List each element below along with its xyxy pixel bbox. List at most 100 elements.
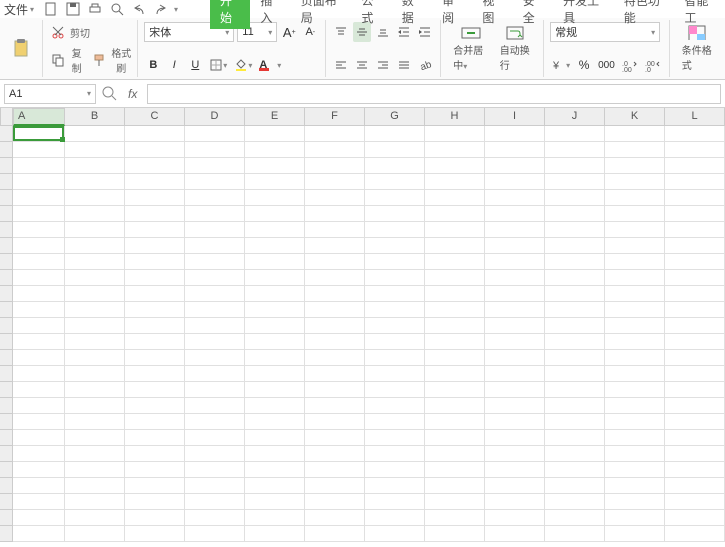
cell[interactable] xyxy=(245,430,305,446)
cell[interactable] xyxy=(605,398,665,414)
cell[interactable] xyxy=(485,494,545,510)
cell[interactable] xyxy=(245,334,305,350)
cell[interactable] xyxy=(125,510,185,526)
cell[interactable] xyxy=(65,142,125,158)
cell[interactable] xyxy=(425,526,485,542)
cell[interactable] xyxy=(13,254,65,270)
cell[interactable] xyxy=(13,350,65,366)
cell[interactable] xyxy=(545,222,605,238)
cell[interactable] xyxy=(485,126,545,142)
cell[interactable] xyxy=(665,190,725,206)
cell[interactable] xyxy=(605,158,665,174)
cell[interactable] xyxy=(305,142,365,158)
cell[interactable] xyxy=(305,430,365,446)
cell[interactable] xyxy=(13,302,65,318)
cell[interactable] xyxy=(245,446,305,462)
cell[interactable] xyxy=(185,286,245,302)
cell[interactable] xyxy=(245,382,305,398)
cell[interactable] xyxy=(545,238,605,254)
cell[interactable] xyxy=(65,430,125,446)
cell[interactable] xyxy=(13,190,65,206)
cell[interactable] xyxy=(13,174,65,190)
cell[interactable] xyxy=(185,382,245,398)
row-header[interactable] xyxy=(0,366,13,382)
cell[interactable] xyxy=(425,222,485,238)
cell[interactable] xyxy=(365,510,425,526)
row-header[interactable] xyxy=(0,238,13,254)
cell[interactable] xyxy=(305,462,365,478)
column-header[interactable]: J xyxy=(545,108,605,126)
cell[interactable] xyxy=(545,398,605,414)
cell[interactable] xyxy=(65,190,125,206)
cell[interactable] xyxy=(605,126,665,142)
cell[interactable] xyxy=(65,238,125,254)
cell[interactable] xyxy=(365,334,425,350)
align-justify-icon[interactable] xyxy=(395,55,413,75)
cell[interactable] xyxy=(665,334,725,350)
tab-start[interactable]: 开始 xyxy=(210,0,250,29)
cell[interactable] xyxy=(605,526,665,542)
cell[interactable] xyxy=(13,206,65,222)
cell[interactable] xyxy=(665,158,725,174)
conditional-format-button[interactable]: 条件格式 xyxy=(676,22,719,74)
row-header[interactable] xyxy=(0,174,13,190)
currency-icon[interactable]: ¥▾ xyxy=(550,55,572,75)
cell[interactable] xyxy=(245,254,305,270)
cell[interactable] xyxy=(485,238,545,254)
fx-icon[interactable]: fx xyxy=(128,87,137,101)
row-header[interactable] xyxy=(0,334,13,350)
cell[interactable] xyxy=(425,254,485,270)
redo-icon[interactable] xyxy=(152,1,170,17)
cell[interactable] xyxy=(245,238,305,254)
cell[interactable] xyxy=(125,494,185,510)
column-header[interactable]: I xyxy=(485,108,545,126)
cell[interactable] xyxy=(545,478,605,494)
cell[interactable] xyxy=(185,158,245,174)
cell[interactable] xyxy=(65,334,125,350)
column-header[interactable]: B xyxy=(65,108,125,126)
cell[interactable] xyxy=(665,206,725,222)
cell[interactable] xyxy=(665,430,725,446)
cell[interactable] xyxy=(665,254,725,270)
cell[interactable] xyxy=(485,302,545,318)
cell[interactable] xyxy=(65,158,125,174)
cell[interactable] xyxy=(545,270,605,286)
wrap-text-button[interactable]: 自动换行 xyxy=(494,22,537,74)
font-color-button[interactable]: A▾ xyxy=(257,55,283,75)
tab-layout[interactable]: 页面布局 xyxy=(291,0,352,29)
print-icon[interactable] xyxy=(86,1,104,17)
cell[interactable] xyxy=(605,414,665,430)
cell[interactable] xyxy=(545,382,605,398)
tab-security[interactable]: 安全 xyxy=(513,0,553,29)
cell[interactable] xyxy=(485,142,545,158)
cell[interactable] xyxy=(65,174,125,190)
cell[interactable] xyxy=(605,382,665,398)
cell[interactable] xyxy=(245,350,305,366)
cell[interactable] xyxy=(65,366,125,382)
cell[interactable] xyxy=(305,334,365,350)
cell[interactable] xyxy=(65,318,125,334)
preview-icon[interactable] xyxy=(108,1,126,17)
row-header[interactable] xyxy=(0,286,13,302)
cell[interactable] xyxy=(125,190,185,206)
cell[interactable] xyxy=(605,334,665,350)
increase-decimal-icon[interactable]: .0.00 xyxy=(620,55,640,75)
cell[interactable] xyxy=(245,398,305,414)
cell[interactable] xyxy=(425,494,485,510)
cell[interactable] xyxy=(605,254,665,270)
cell[interactable] xyxy=(485,462,545,478)
cell[interactable] xyxy=(305,126,365,142)
cell[interactable] xyxy=(365,158,425,174)
column-header[interactable]: A xyxy=(13,108,65,126)
column-header[interactable]: E xyxy=(245,108,305,126)
cell[interactable] xyxy=(425,190,485,206)
cell[interactable] xyxy=(245,414,305,430)
cell[interactable] xyxy=(245,478,305,494)
cell[interactable] xyxy=(185,350,245,366)
name-box[interactable]: A1▾ xyxy=(4,84,96,104)
cell[interactable] xyxy=(425,158,485,174)
cell[interactable] xyxy=(305,254,365,270)
cell[interactable] xyxy=(605,286,665,302)
cell[interactable] xyxy=(365,254,425,270)
cell[interactable] xyxy=(125,286,185,302)
